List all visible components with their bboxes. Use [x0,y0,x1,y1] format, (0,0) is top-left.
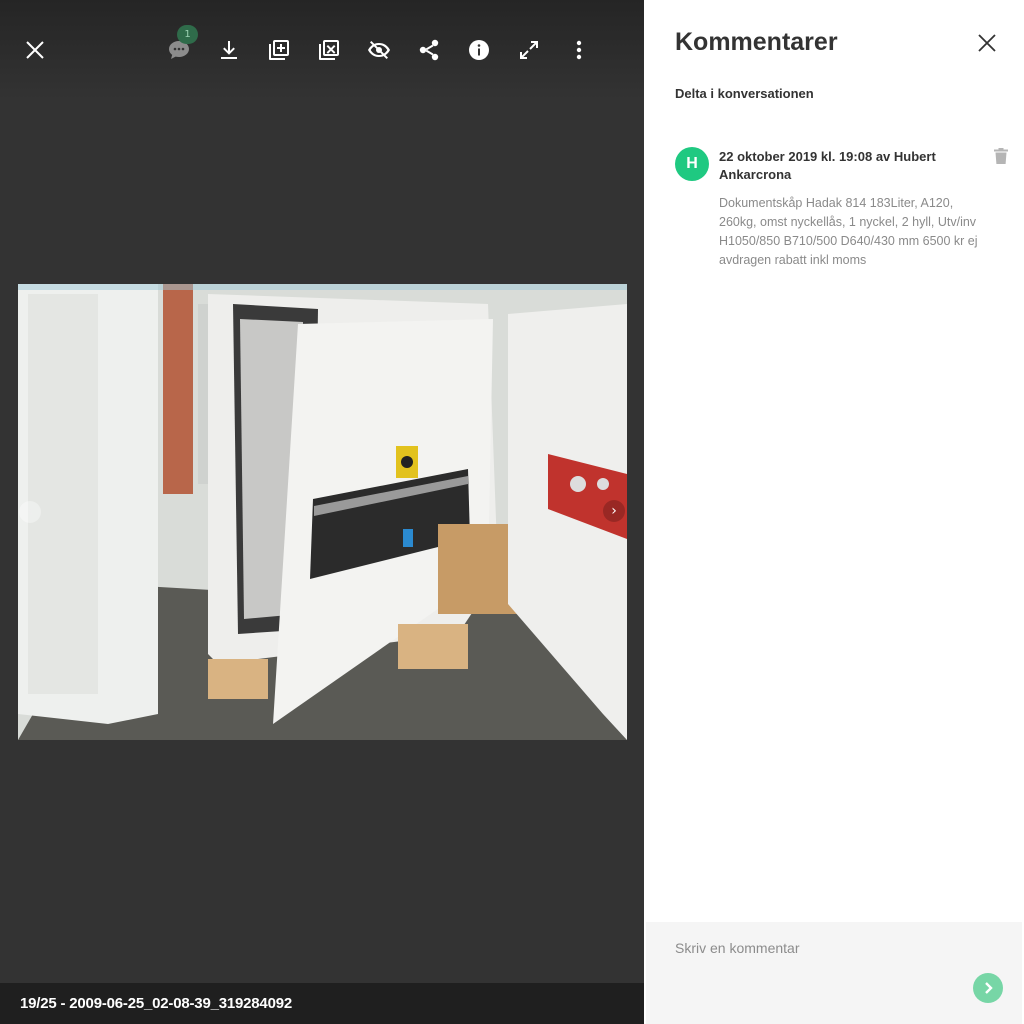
eye-off-icon [368,41,390,59]
close-panel-button[interactable] [974,30,1000,56]
photo [18,284,627,740]
send-icon [985,982,993,994]
previous-photo-button[interactable]: ‹ [19,501,41,523]
remove-from-album-button[interactable] [309,30,349,70]
chevron-right-icon: › [611,503,617,519]
share-button[interactable] [409,30,449,70]
comments-panel: Kommentarer Delta i konversationen H 22 … [644,0,1024,1024]
remove-from-album-icon [319,40,339,60]
comment-input[interactable] [646,922,1022,1024]
close-icon [978,34,996,52]
photo-caption: 19/25 - 2009-06-25_02-08-39_319284092 [0,983,644,1024]
add-to-album-button[interactable] [259,30,299,70]
trash-icon [994,148,1008,164]
info-button[interactable] [459,30,499,70]
more-vertical-icon [576,40,582,60]
fullscreen-button[interactable] [509,30,549,70]
close-viewer-button[interactable] [15,30,55,70]
hide-button[interactable] [359,30,399,70]
avatar: H [675,147,709,181]
next-photo-button[interactable]: › [603,500,625,522]
comment-header: 22 oktober 2019 kl. 19:08 av Hubert Anka… [719,149,936,182]
comment-composer [646,922,1022,1024]
chevron-left-icon: ‹ [27,504,33,520]
download-icon [221,41,237,59]
delete-comment-button[interactable] [994,148,1010,164]
close-icon [26,41,44,59]
panel-subtitle: Delta i konversationen [675,86,814,101]
more-options-button[interactable] [559,30,599,70]
download-button[interactable] [209,30,249,70]
add-to-album-icon [269,40,289,60]
comment-text: Dokumentskåp Hadak 814 183Liter, A120, 2… [719,196,978,267]
info-icon [469,40,489,60]
photo-viewer: 1 ‹ › 19/25 - 2009-06-25_02-08-39_319284… [0,0,644,1024]
send-comment-button[interactable] [973,973,1003,1003]
comment-count-badge: 1 [177,25,198,44]
share-icon [419,39,439,61]
fullscreen-icon [520,41,538,59]
panel-title: Kommentarer [675,28,838,56]
